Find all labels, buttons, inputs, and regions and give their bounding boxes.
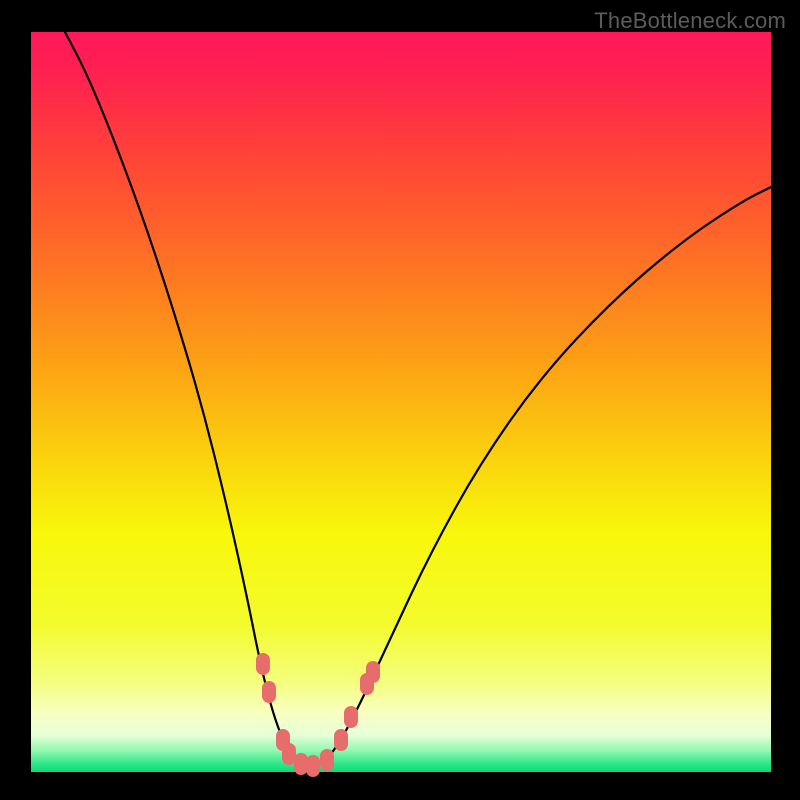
chart-canvas bbox=[0, 0, 800, 800]
curve-marker bbox=[344, 706, 358, 728]
plot-background bbox=[31, 32, 771, 772]
curve-marker bbox=[256, 653, 270, 675]
chart-root: TheBottleneck.com bbox=[0, 0, 800, 800]
curve-marker bbox=[306, 755, 320, 777]
curve-marker bbox=[262, 681, 276, 703]
curve-marker bbox=[320, 749, 334, 771]
curve-marker bbox=[294, 753, 308, 775]
curve-marker bbox=[282, 743, 296, 765]
watermark-text: TheBottleneck.com bbox=[594, 8, 786, 34]
curve-marker bbox=[366, 661, 380, 683]
curve-marker bbox=[334, 729, 348, 751]
